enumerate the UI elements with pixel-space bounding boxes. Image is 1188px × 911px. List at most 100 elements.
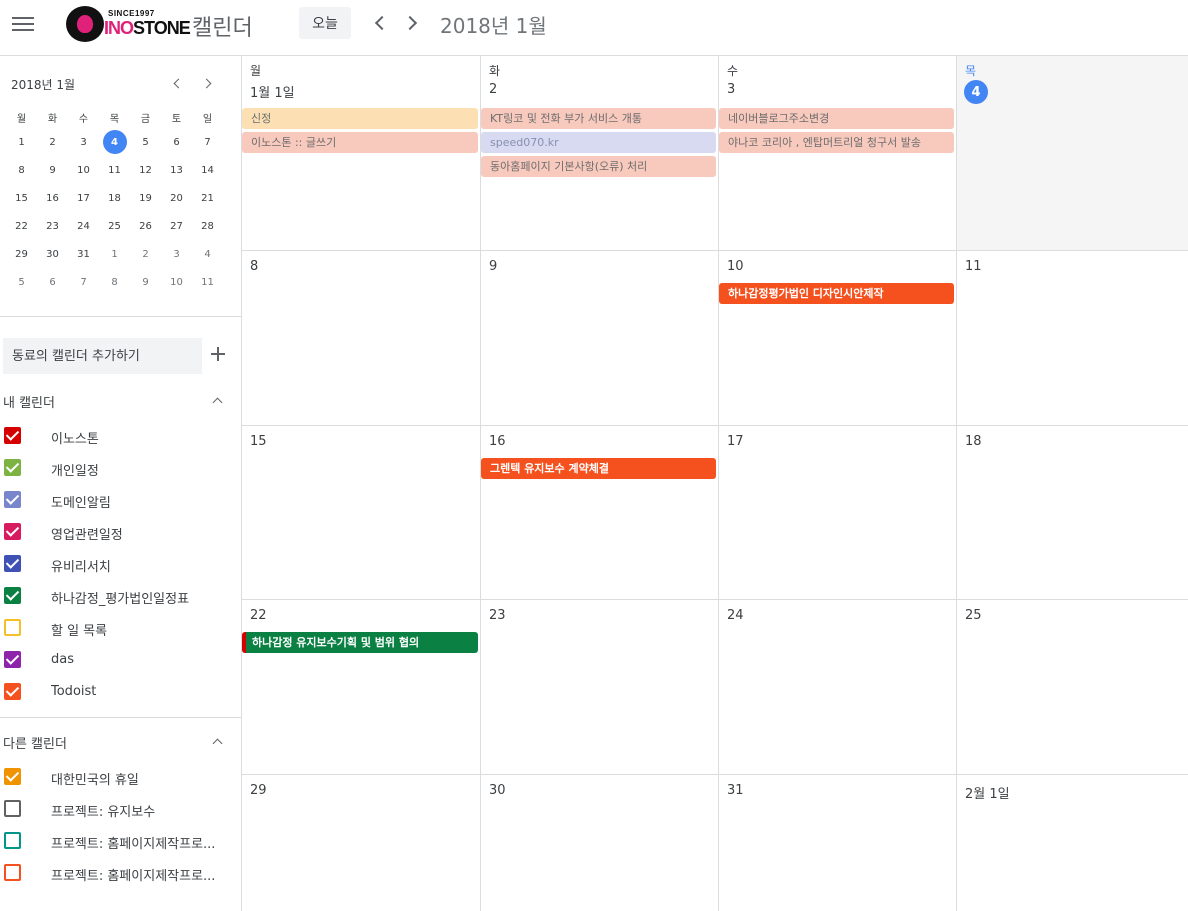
day-cell[interactable]: 22 하나감정 유지보수기획 및 범위 협의 [242,600,481,775]
day-cell[interactable]: 31 [719,775,957,911]
calendar-item[interactable]: 프로젝트: 홈페이지제작프로... [0,857,240,889]
date-number[interactable]: 22 [250,608,267,623]
calendar-checkbox[interactable] [4,800,21,817]
mini-day[interactable]: 3 [161,240,192,268]
mini-day[interactable]: 12 [130,156,161,184]
day-cell[interactable]: 9 [481,251,719,426]
calendar-checkbox[interactable] [4,651,21,668]
mini-day[interactable]: 8 [6,156,37,184]
event-chip[interactable]: 하나감정평가법인 디자인시안제작 [719,283,954,304]
calendar-checkbox[interactable] [4,491,21,508]
mini-day[interactable]: 7 [68,268,99,296]
calendar-checkbox[interactable] [4,459,21,476]
today-date-badge[interactable]: 4 [964,80,988,104]
date-number[interactable]: 8 [250,259,258,274]
calendar-item[interactable]: 유비리서치 [0,548,240,580]
mini-prev-month-icon[interactable] [170,76,186,92]
day-cell[interactable]: 17 [719,426,957,600]
inostone-logo[interactable]: SINCE1997 INOSTONE [66,6,191,42]
mini-day-today[interactable]: 4 [99,128,130,156]
mini-day[interactable]: 6 [37,268,68,296]
day-cell[interactable]: 18 [957,426,1188,600]
day-cell[interactable]: 11 [957,251,1188,426]
add-calendar-plus-icon[interactable] [210,346,226,362]
calendar-checkbox[interactable] [4,523,21,540]
day-cell[interactable]: 30 [481,775,719,911]
day-cell[interactable]: 25 [957,600,1188,775]
mini-day[interactable]: 20 [161,184,192,212]
prev-period-icon[interactable] [370,12,390,34]
mini-day[interactable]: 2 [37,128,68,156]
other-calendars-collapse-icon[interactable] [211,735,225,749]
mini-day[interactable]: 10 [161,268,192,296]
day-cell[interactable]: 화 2 KT링코 및 전화 부가 서비스 개통 speed070.kr 동아홈페… [481,56,719,251]
mini-day[interactable]: 28 [192,212,223,240]
mini-day[interactable]: 8 [99,268,130,296]
mini-day[interactable]: 17 [68,184,99,212]
other-calendars-title[interactable]: 다른 캘린더 [3,733,67,752]
calendar-checkbox[interactable] [4,832,21,849]
date-number[interactable]: 3 [727,82,735,97]
calendar-item[interactable]: 도메인알림 [0,484,240,516]
mini-day[interactable]: 22 [6,212,37,240]
date-number[interactable]: 31 [727,783,744,798]
date-number[interactable]: 2월 1일 [965,783,1010,802]
date-number[interactable]: 1월 1일 [250,82,295,101]
mini-day[interactable]: 5 [6,268,37,296]
calendar-checkbox[interactable] [4,555,21,572]
date-number[interactable]: 18 [965,434,982,449]
calendar-item[interactable]: 이노스톤 [0,420,240,452]
date-number[interactable]: 2 [489,82,497,97]
mini-day[interactable]: 11 [192,268,223,296]
mini-day[interactable]: 23 [37,212,68,240]
calendar-checkbox[interactable] [4,587,21,604]
day-cell[interactable]: 월 1월 1일 신정 이노스톤 :: 글쓰기 [242,56,481,251]
event-chip[interactable]: 하나감정 유지보수기획 및 범위 협의 [242,632,478,653]
day-cell[interactable]: 23 [481,600,719,775]
date-number[interactable]: 10 [727,259,744,274]
day-cell[interactable]: 16 그렌텍 유지보수 계약체결 [481,426,719,600]
date-number[interactable]: 29 [250,783,267,798]
calendar-checkbox[interactable] [4,864,21,881]
calendar-item[interactable]: 개인일정 [0,452,240,484]
date-number[interactable]: 30 [489,783,506,798]
mini-day[interactable]: 2 [130,240,161,268]
mini-day[interactable]: 9 [130,268,161,296]
mini-day[interactable]: 14 [192,156,223,184]
mini-day[interactable]: 13 [161,156,192,184]
mini-day[interactable]: 15 [6,184,37,212]
calendar-checkbox[interactable] [4,427,21,444]
mini-day[interactable]: 30 [37,240,68,268]
my-calendars-title[interactable]: 내 캘린더 [3,392,55,411]
calendar-item[interactable]: 프로젝트: 홈페이지제작프로... [0,825,240,857]
calendar-item[interactable]: 영업관련일정 [0,516,240,548]
mini-day[interactable]: 31 [68,240,99,268]
mini-day[interactable]: 26 [130,212,161,240]
mini-day[interactable]: 1 [6,128,37,156]
day-cell[interactable]: 29 [242,775,481,911]
mini-day[interactable]: 5 [130,128,161,156]
mini-day[interactable]: 4 [192,240,223,268]
mini-day[interactable]: 7 [192,128,223,156]
calendar-item[interactable]: 대한민국의 휴일 [0,761,240,793]
mini-day[interactable]: 25 [99,212,130,240]
mini-day[interactable]: 1 [99,240,130,268]
calendar-checkbox[interactable] [4,619,21,636]
day-cell[interactable]: 15 [242,426,481,600]
mini-day[interactable]: 6 [161,128,192,156]
day-cell[interactable]: 10 하나감정평가법인 디자인시안제작 [719,251,957,426]
date-number[interactable]: 24 [727,608,744,623]
day-cell[interactable]: 24 [719,600,957,775]
date-number[interactable]: 11 [965,259,982,274]
event-chip[interactable]: 야나코 코리아 , 엔탑머트리얼 청구서 발송 [719,132,954,153]
event-chip[interactable]: 그렌텍 유지보수 계약체결 [481,458,716,479]
mini-day[interactable]: 3 [68,128,99,156]
next-period-icon[interactable] [402,12,422,34]
date-number[interactable]: 25 [965,608,982,623]
event-chip[interactable]: 동아홈페이지 기본사항(오류) 처리 [481,156,716,177]
date-number[interactable]: 15 [250,434,267,449]
date-number[interactable]: 23 [489,608,506,623]
mini-day[interactable]: 18 [99,184,130,212]
mini-day[interactable]: 11 [99,156,130,184]
today-button[interactable]: 오늘 [299,7,351,39]
